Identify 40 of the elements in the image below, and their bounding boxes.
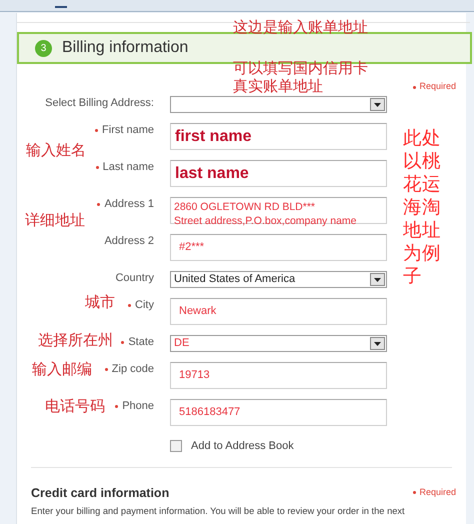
input-field[interactable]: first name xyxy=(170,123,387,150)
field-label: Select Billing Address: xyxy=(45,96,154,111)
field-label: Country xyxy=(115,270,154,286)
dropdown-field[interactable]: United States of America xyxy=(170,271,387,288)
field-label: Phone xyxy=(122,398,154,414)
annotation-text: 输入姓名 xyxy=(26,142,86,160)
required-dot xyxy=(413,86,416,88)
annotation-text: 选择所在州 xyxy=(38,332,113,350)
annotation-text: 电话号码 xyxy=(45,398,105,416)
input-field[interactable]: Newark xyxy=(170,298,387,325)
field-label: Zip code xyxy=(112,362,154,377)
field-label: Address 1 xyxy=(104,196,154,212)
section-title: Billing information xyxy=(62,38,188,58)
field-label: City xyxy=(135,298,154,313)
input-field[interactable]: last name xyxy=(170,160,387,187)
section-title: Credit card information xyxy=(31,484,170,502)
field-label: Address 2 xyxy=(104,234,154,249)
tab-indicator xyxy=(55,6,67,8)
input-field[interactable]: 2860 OGLETOWN RD BLD*** Street address,P.O.box,company name xyxy=(170,197,387,224)
field-label: State xyxy=(128,334,154,350)
dropdown-field[interactable] xyxy=(170,96,387,113)
dropdown-field[interactable]: DE xyxy=(170,335,387,352)
input-field[interactable]: 5186183477 xyxy=(170,399,387,426)
step-number: 3 xyxy=(35,40,52,56)
instruction-text: Enter your billing and payment information. You will be able to review your order in the next xyxy=(31,505,406,518)
input-field[interactable]: 19713 xyxy=(170,362,387,389)
checkbox[interactable] xyxy=(170,440,182,452)
annotation-text: 输入邮编 xyxy=(32,361,92,379)
annotation-text: 可以填写国内信用卡 真实账单地址 xyxy=(233,60,368,96)
input-field[interactable]: #2*** xyxy=(170,234,387,261)
annotation-text: 这边是输入账单地址 xyxy=(233,19,368,37)
checkbox-label: Add to Address Book xyxy=(191,439,294,454)
required-note: Required xyxy=(419,80,456,94)
required-dot xyxy=(413,491,416,494)
annotation-text: 详细地址 xyxy=(25,212,85,230)
required-note: Required xyxy=(419,486,456,500)
annotation-text: 此处以桃花运海淘地址为例子 xyxy=(403,126,442,287)
field-label: Last name xyxy=(102,160,154,175)
annotation-text: 城市 xyxy=(85,294,115,312)
field-label: First name xyxy=(102,122,154,138)
